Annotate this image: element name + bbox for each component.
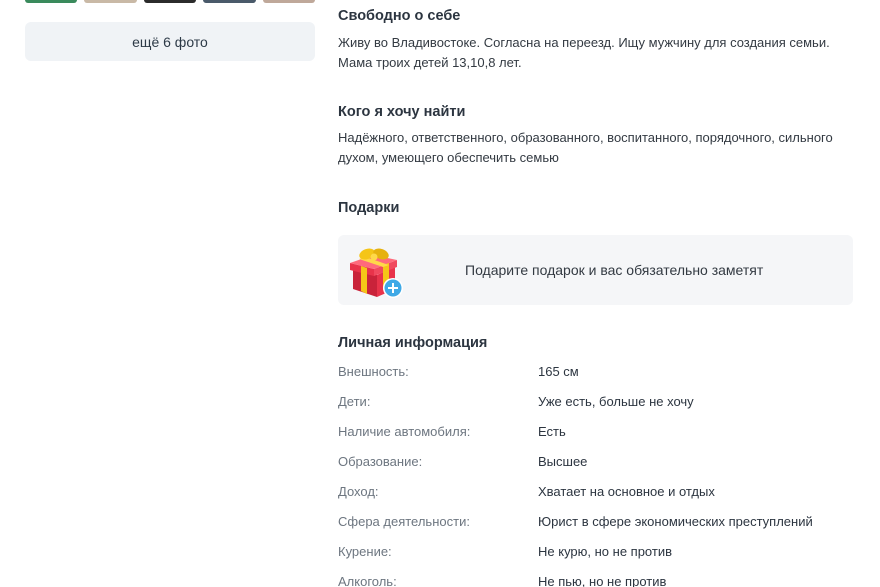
info-label: Наличие автомобиля: [338, 424, 471, 439]
more-photos-label: ещё 6 фото [132, 33, 208, 50]
photo-thumbnail[interactable] [143, 0, 197, 3]
info-value: Хватает на основное и отдых [538, 484, 715, 499]
info-value: Не курю, но не против [538, 544, 672, 559]
about-text: Живу во Владивостоке. Согласна на переез… [338, 33, 858, 73]
photo-thumbnail[interactable] [203, 0, 256, 3]
looking-for-line: Надёжного, ответственного, образованного… [338, 130, 833, 145]
personal-info-title: Личная информация [338, 335, 488, 351]
info-value: 165 см [538, 364, 579, 379]
info-value: Не пью, но не против [538, 574, 667, 587]
photo-thumbnails [25, 0, 316, 3]
gift-icon [350, 248, 403, 298]
gifts-cta: Подарите подарок и вас обязательно замет… [465, 262, 764, 278]
photo-thumbnail[interactable] [262, 0, 316, 3]
info-value: Уже есть, больше не хочу [538, 394, 694, 409]
info-label: Сфера деятельности: [338, 514, 470, 529]
info-label: Внешность: [338, 364, 409, 379]
gifts-title: Подарки [338, 200, 400, 216]
info-label: Алкоголь: [338, 574, 397, 587]
info-value: Есть [538, 424, 566, 439]
about-line: Живу во Владивостоке. Согласна на переез… [338, 35, 830, 50]
looking-for-line: духом, умеющего обеспечить семью [338, 150, 559, 165]
photo-thumbnail[interactable] [25, 0, 78, 3]
info-value: Высшее [538, 454, 588, 469]
info-value: Юрист в сфере экономических преступлений [538, 514, 813, 529]
info-label: Доход: [338, 484, 379, 499]
profile-page: ещё 6 фото Свободно о себе Живу во Влади… [0, 0, 880, 587]
looking-for-title: Кого я хочу найти [338, 104, 466, 120]
more-photos-button[interactable]: ещё 6 фото [25, 22, 315, 61]
about-title: Свободно о себе [338, 8, 461, 24]
looking-for-text: Надёжного, ответственного, образованного… [338, 128, 858, 168]
photo-thumbnail[interactable] [84, 0, 137, 3]
info-label: Дети: [338, 394, 371, 409]
about-line: Мама троих детей 13,10,8 лет. [338, 55, 522, 70]
info-label: Образование: [338, 454, 423, 469]
info-label: Курение: [338, 544, 392, 559]
send-gift-button[interactable]: Подарите подарок и вас обязательно замет… [338, 235, 853, 305]
